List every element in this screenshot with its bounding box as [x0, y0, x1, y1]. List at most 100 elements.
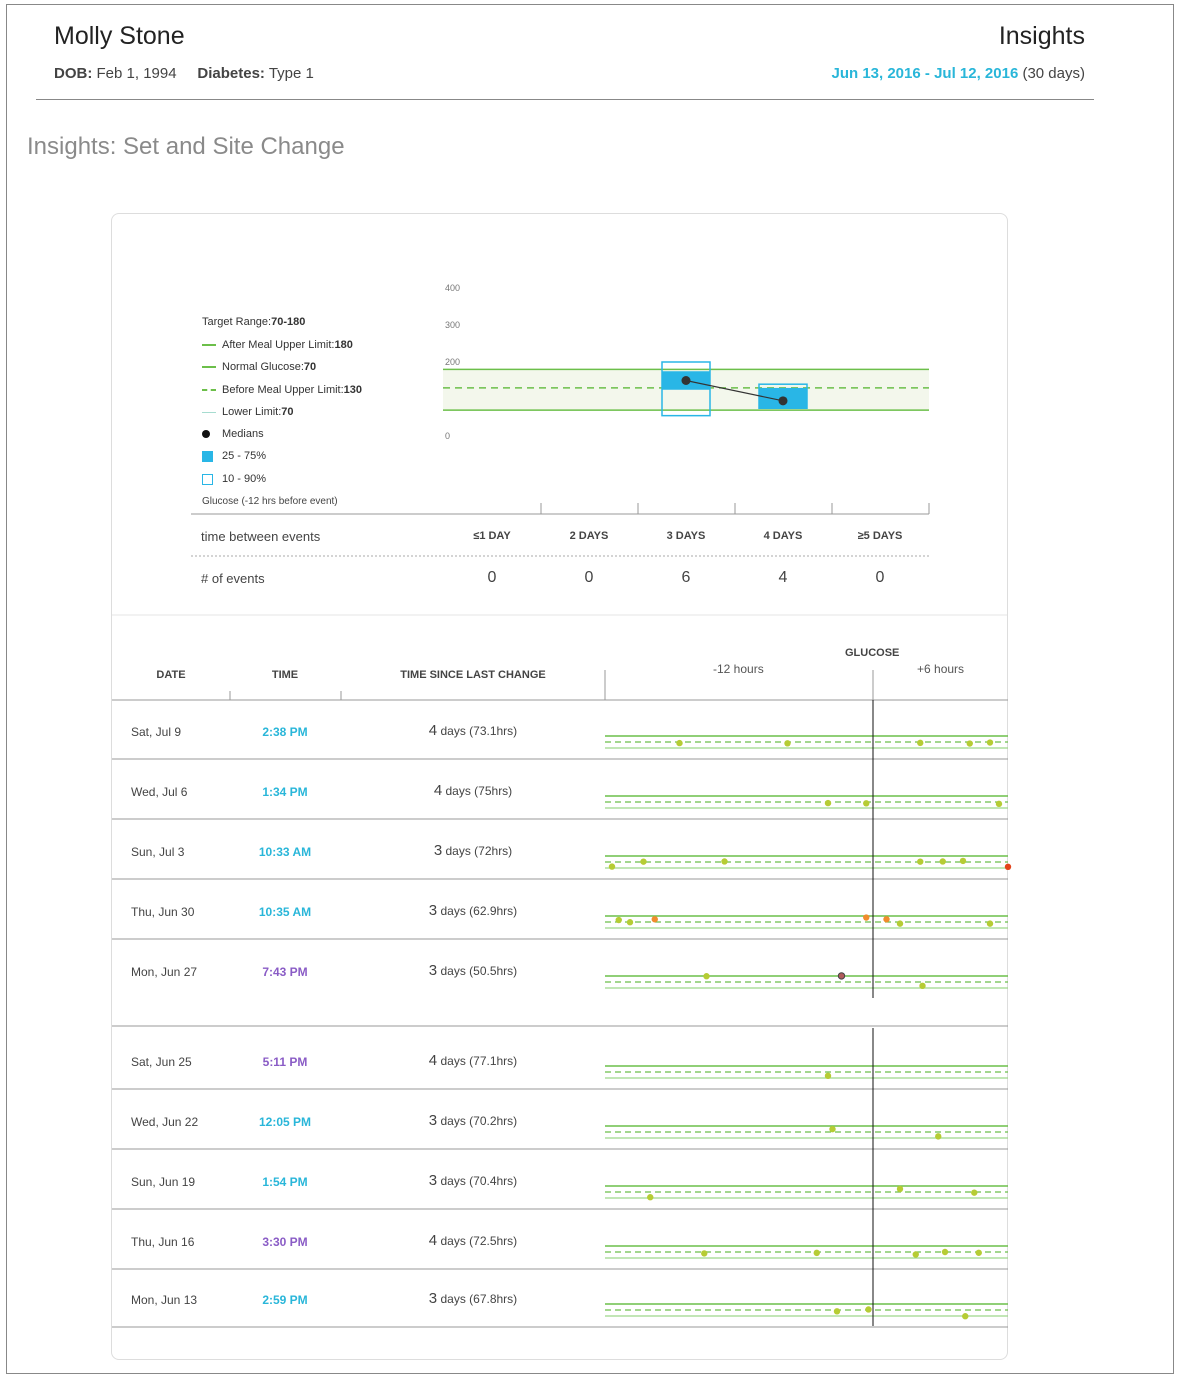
axis-plus-6-hours: +6 hours — [917, 662, 965, 676]
days-count: 3 — [428, 1290, 438, 1307]
row-time-link[interactable]: 3:30 PM — [235, 1235, 335, 1249]
days-count: 3 — [428, 1172, 438, 1189]
row-time-since: 3 days (50.5hrs) — [380, 962, 566, 979]
days-detail: days (67.8hrs) — [437, 1292, 518, 1306]
glucose-reading-dot — [626, 919, 634, 926]
glucose-reading-dot — [939, 858, 946, 865]
glucose-reading-dot — [824, 799, 832, 807]
y-tick-label: 200 — [445, 357, 460, 367]
row-time-since: 3 days (72hrs) — [380, 842, 566, 859]
axis-minus-12-hours: -12 hours — [713, 662, 764, 676]
glucose-reading-dot — [647, 1194, 654, 1201]
days-count: 3 — [433, 842, 443, 859]
bucket-label: 4 DAYS — [763, 530, 803, 542]
median-dot — [778, 396, 788, 406]
row-date: Sun, Jul 3 — [131, 845, 185, 859]
bucket-count: 6 — [681, 569, 691, 586]
bucket-count: 0 — [875, 569, 885, 586]
row-time-since: 3 days (70.2hrs) — [380, 1112, 566, 1129]
glucose-strips — [605, 700, 1012, 1326]
days-detail: days (77.1hrs) — [437, 1054, 518, 1068]
glucose-reading-dot — [941, 1248, 949, 1256]
bucket-count: 0 — [584, 569, 594, 586]
row-time-since: 3 days (70.4hrs) — [380, 1172, 566, 1189]
glucose-reading-dot — [896, 920, 904, 927]
row-time-link[interactable]: 10:35 AM — [235, 905, 335, 919]
bucket-label: ≥5 DAYS — [857, 530, 903, 542]
column-header-glucose: GLUCOSE — [845, 647, 900, 659]
glucose-reading-dot — [1004, 863, 1012, 870]
glucose-reading-dot — [966, 740, 973, 747]
row-time-link[interactable]: 7:43 PM — [235, 965, 335, 979]
glucose-reading-dot — [615, 916, 622, 924]
row-date: Sat, Jun 25 — [131, 1055, 192, 1069]
glucose-reading-dot — [703, 973, 710, 980]
row-time-link[interactable]: 5:11 PM — [235, 1055, 335, 1069]
glucose-reading-dot — [863, 914, 870, 921]
days-count: 4 — [428, 1052, 438, 1069]
bucket-count: 0 — [487, 569, 497, 586]
insights-graphics: 0100200300400 — [112, 283, 1012, 1328]
row-date: Wed, Jun 22 — [131, 1115, 199, 1129]
days-detail: days (73.1hrs) — [437, 724, 518, 738]
days-detail: days (72.5hrs) — [437, 1234, 518, 1248]
glucose-reading-dot — [824, 1072, 832, 1080]
glucose-reading-dot — [721, 858, 728, 865]
bucket-label: 3 DAYS — [666, 530, 706, 542]
row-time-link[interactable]: 2:59 PM — [235, 1293, 335, 1307]
days-detail: days (70.4hrs) — [437, 1174, 518, 1188]
glucose-reading-dot — [784, 740, 791, 747]
row-time-link[interactable]: 1:54 PM — [235, 1175, 335, 1189]
column-header-since[interactable]: TIME SINCE LAST CHANGE — [380, 669, 566, 681]
row-date: Wed, Jul 6 — [131, 785, 188, 799]
row-time-since: 4 days (72.5hrs) — [380, 1232, 566, 1249]
glucose-reading-dot — [676, 739, 683, 747]
glucose-reading-dot — [912, 1251, 919, 1258]
row-date: Mon, Jun 27 — [131, 965, 198, 979]
column-header-date[interactable]: DATE — [131, 669, 211, 681]
row-time-since: 4 days (77.1hrs) — [380, 1052, 566, 1069]
row-time-link[interactable]: 2:38 PM — [235, 725, 335, 739]
row-time-link[interactable]: 1:34 PM — [235, 785, 335, 799]
glucose-reading-dot — [986, 920, 994, 927]
days-detail: days (62.9hrs) — [437, 904, 518, 918]
days-detail: days (70.2hrs) — [437, 1114, 518, 1128]
y-tick-label: 400 — [445, 283, 460, 293]
glucose-reading-dot — [896, 1185, 904, 1193]
glucose-reading-dot — [975, 1249, 982, 1256]
days-count: 3 — [428, 1112, 438, 1129]
events-count-label: # of events — [201, 571, 265, 586]
y-tick-label: 300 — [445, 320, 460, 330]
row-time-link[interactable]: 12:05 PM — [235, 1115, 335, 1129]
days-detail: days (72hrs) — [442, 844, 513, 858]
glucose-reading-dot — [701, 1250, 708, 1257]
glucose-reading-dot — [640, 858, 647, 865]
row-date: Sat, Jul 9 — [131, 725, 182, 739]
days-count: 3 — [428, 902, 438, 919]
days-count: 4 — [428, 722, 438, 739]
glucose-reading-dot — [917, 739, 924, 747]
bucket-label: 2 DAYS — [569, 530, 609, 542]
glucose-reading-dot — [863, 800, 870, 807]
glucose-reading-dot — [917, 858, 924, 865]
glucose-reading-dot — [651, 916, 658, 923]
row-date: Mon, Jun 13 — [131, 1293, 198, 1307]
glucose-reading-dot — [813, 1249, 820, 1257]
days-count: 4 — [428, 1232, 438, 1249]
days-detail: days (50.5hrs) — [437, 964, 518, 978]
glucose-reading-dot — [971, 1189, 978, 1196]
glucose-reading-dot — [919, 982, 926, 990]
row-date: Sun, Jun 19 — [131, 1175, 196, 1189]
days-detail: days (75hrs) — [442, 784, 513, 798]
row-time-since: 3 days (67.8hrs) — [380, 1290, 566, 1307]
glucose-reading-dot — [986, 739, 994, 746]
glucose-reading-dot — [837, 972, 846, 980]
days-count: 3 — [428, 962, 438, 979]
glucose-reading-dot — [995, 800, 1003, 808]
column-header-time[interactable]: TIME — [245, 669, 325, 681]
row-time-since: 4 days (73.1hrs) — [380, 722, 566, 739]
row-time-since: 4 days (75hrs) — [380, 782, 566, 799]
glucose-reading-dot — [865, 1306, 872, 1313]
row-time-link[interactable]: 10:33 AM — [235, 845, 335, 859]
bucket-count: 4 — [778, 569, 788, 586]
